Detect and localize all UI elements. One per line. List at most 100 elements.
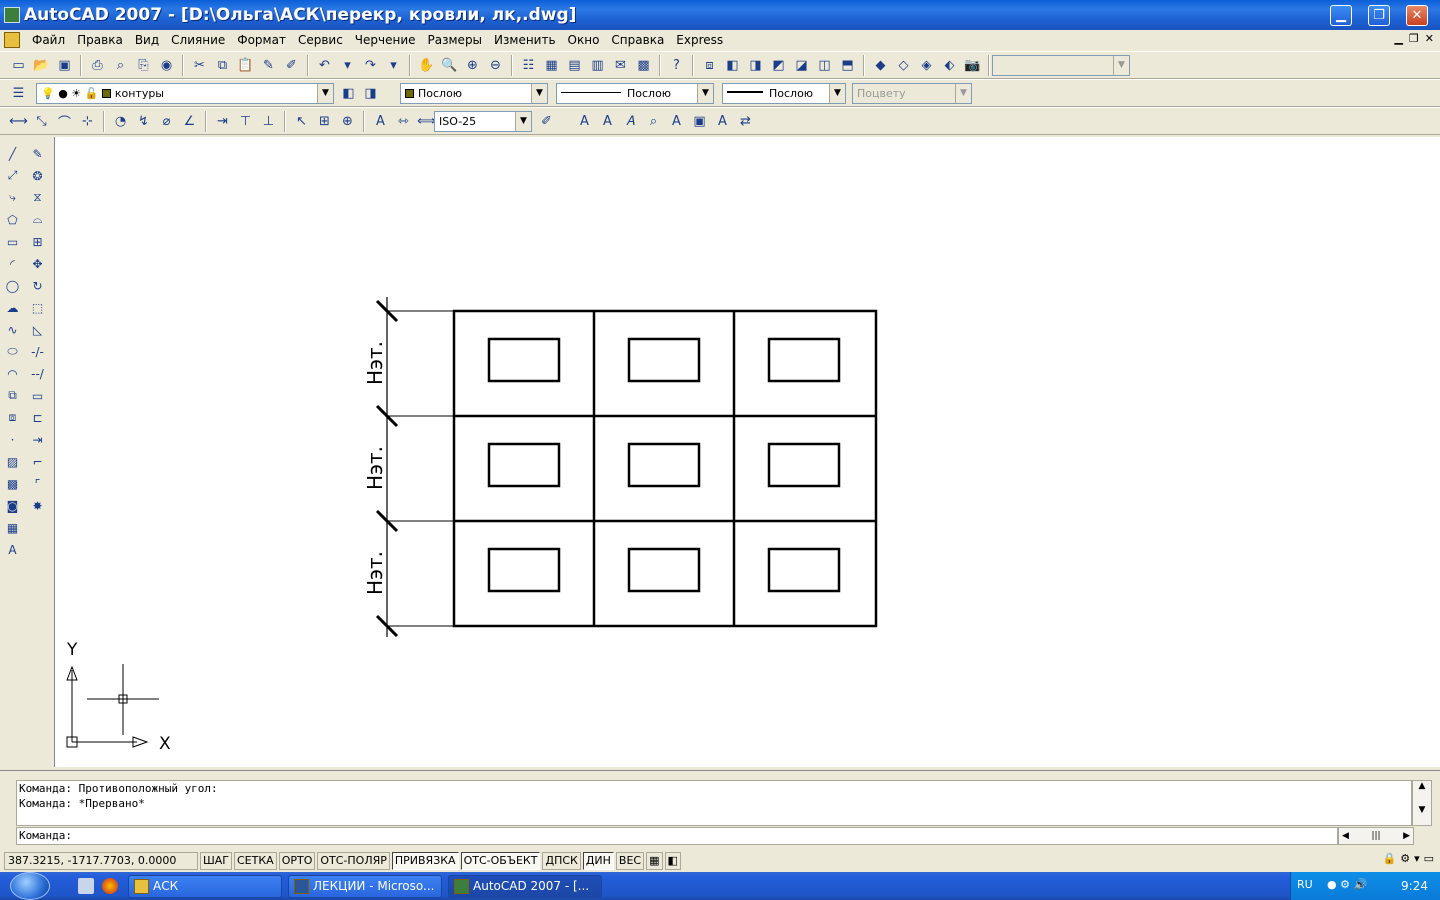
color-combo[interactable]: Послою ▼ <box>400 83 548 104</box>
menu-tools[interactable]: Сервис <box>292 32 349 48</box>
angular-dim-icon[interactable]: ∠ <box>179 111 200 132</box>
copy-object-icon[interactable]: ❂ <box>27 165 48 186</box>
menu-merge[interactable]: Слияние <box>165 32 231 48</box>
sw-iso-icon[interactable]: ◆ <box>870 55 891 76</box>
tolerance-icon[interactable]: ⊞ <box>314 111 335 132</box>
left-view-icon[interactable]: ◩ <box>768 55 789 76</box>
undo-icon[interactable]: ↶ <box>314 55 335 76</box>
clean-screen-icon[interactable]: ▭ <box>1424 852 1434 865</box>
zoom-window-icon[interactable]: ⊕ <box>462 55 483 76</box>
publish-icon[interactable]: ⎘ <box>133 55 154 76</box>
browser-icon[interactable] <box>102 878 118 894</box>
center-mark-icon[interactable]: ⊕ <box>337 111 358 132</box>
text-style-icon[interactable]: A <box>666 111 687 132</box>
erase-icon[interactable]: ✎ <box>27 143 48 164</box>
menu-help[interactable]: Справка <box>605 32 670 48</box>
communication-icon[interactable]: ⚙ <box>1400 852 1410 865</box>
ellipse-icon[interactable]: ⬭ <box>2 341 23 362</box>
dyn-toggle[interactable]: ДИН <box>582 852 614 870</box>
single-line-text-icon[interactable]: A <box>597 111 618 132</box>
menu-edit[interactable]: Правка <box>71 32 129 48</box>
extend-icon[interactable]: --/ <box>27 363 48 384</box>
clock[interactable]: 9:24 <box>1401 879 1428 893</box>
open-file-icon[interactable]: 📂 <box>31 55 52 76</box>
right-view-icon[interactable]: ◪ <box>791 55 812 76</box>
scroll-up-icon[interactable]: ▲ <box>1413 781 1431 791</box>
chamfer-icon[interactable]: ⌐ <box>27 451 48 472</box>
linear-dim-icon[interactable]: ⟷ <box>8 111 29 132</box>
task-word[interactable]: ЛЕКЦИИ - Microso... <box>288 875 442 898</box>
fillet-icon[interactable]: ⌜ <box>27 473 48 494</box>
lineweight-combo[interactable]: Послою ▼ <box>722 83 846 104</box>
status-menu-icon[interactable]: ▾ <box>1414 852 1420 865</box>
scroll-thumb[interactable]: ||| <box>1371 831 1380 841</box>
pan-icon[interactable]: ✋ <box>416 55 437 76</box>
circle-icon[interactable]: ◯ <box>2 275 23 296</box>
language-indicator[interactable]: RU <box>1297 878 1313 891</box>
explode-icon[interactable]: ✸ <box>27 495 48 516</box>
maximize-button[interactable]: ❐ <box>1368 5 1390 26</box>
hatch-icon[interactable]: ▨ <box>2 451 23 472</box>
zoom-previous-icon[interactable]: ⊖ <box>485 55 506 76</box>
osnap-toggle[interactable]: ПРИВЯЗКА <box>391 852 459 870</box>
break-at-point-icon[interactable]: ▭ <box>27 385 48 406</box>
match-properties-icon[interactable]: ✎ <box>258 55 279 76</box>
polyline-icon[interactable]: ⤷ <box>2 187 23 208</box>
multiline-text-icon[interactable]: A <box>574 111 595 132</box>
menu-express[interactable]: Express <box>670 32 729 48</box>
baseline-dim-icon[interactable]: ⊤ <box>235 111 256 132</box>
convert-space-icon[interactable]: ⇄ <box>735 111 756 132</box>
task-ask-folder[interactable]: АСК <box>128 875 282 898</box>
layer-manager-icon[interactable]: ☰ <box>8 83 29 104</box>
chevron-down-icon[interactable]: ▼ <box>829 84 845 103</box>
redo-dropdown-icon[interactable]: ▾ <box>383 55 404 76</box>
dimtedit-icon[interactable]: ⇿ <box>393 111 414 132</box>
command-vertical-scrollbar[interactable]: ▲ ▼ <box>1412 780 1432 826</box>
scroll-down-icon[interactable]: ▼ <box>1413 805 1431 815</box>
plotstyle-combo[interactable]: Поцвету ▼ <box>852 83 972 104</box>
start-button[interactable] <box>10 872 50 900</box>
ne-iso-icon[interactable]: ◈ <box>916 55 937 76</box>
line-icon[interactable]: ╱ <box>2 143 23 164</box>
tool-palettes-icon[interactable]: ▤ <box>564 55 585 76</box>
named-views-combo[interactable]: ▼ <box>992 55 1130 76</box>
chevron-down-icon[interactable]: ▼ <box>1113 56 1129 75</box>
move-icon[interactable]: ✥ <box>27 253 48 274</box>
new-file-icon[interactable]: ▭ <box>8 55 29 76</box>
scroll-left-icon[interactable]: ◀ <box>1342 831 1349 841</box>
redo-icon[interactable]: ↷ <box>360 55 381 76</box>
mirror-icon[interactable]: ⧖ <box>27 187 48 208</box>
plot-icon[interactable]: ⎙ <box>87 55 108 76</box>
nw-iso-icon[interactable]: ⬖ <box>939 55 960 76</box>
properties-icon[interactable]: ☷ <box>518 55 539 76</box>
scale-icon[interactable]: ⬚ <box>27 297 48 318</box>
make-block-icon[interactable]: ⧈ <box>2 407 23 428</box>
rotate-icon[interactable]: ↻ <box>27 275 48 296</box>
ortho-toggle[interactable]: ОРТО <box>278 852 316 870</box>
table-icon[interactable]: ▦ <box>2 517 23 538</box>
rectangle-icon[interactable]: ▭ <box>2 231 23 252</box>
close-button[interactable]: ✕ <box>1406 5 1428 26</box>
chevron-down-icon[interactable]: ▼ <box>955 84 971 103</box>
polygon-icon[interactable]: ⬠ <box>2 209 23 230</box>
scroll-right-icon[interactable]: ▶ <box>1403 831 1410 841</box>
paste-icon[interactable]: 📋 <box>235 55 256 76</box>
join-icon[interactable]: ⇥ <box>27 429 48 450</box>
undo-dropdown-icon[interactable]: ▾ <box>337 55 358 76</box>
doc-close-icon[interactable]: ✕ <box>1425 32 1434 45</box>
back-view-icon[interactable]: ⬒ <box>837 55 858 76</box>
insert-block-icon[interactable]: ⧉ <box>2 385 23 406</box>
drawing-area[interactable]: Hэт. Hэт. Hэт. Y X <box>54 137 1440 767</box>
linetype-combo[interactable]: Послою ▼ <box>556 83 714 104</box>
array-icon[interactable]: ⊞ <box>27 231 48 252</box>
layer-previous-icon[interactable]: ◨ <box>360 83 381 104</box>
ordinate-dim-icon[interactable]: ⊹ <box>77 111 98 132</box>
doc-minimize-icon[interactable]: ▁ <box>1394 32 1402 45</box>
help-icon[interactable]: ? <box>666 55 687 76</box>
scale-text-icon[interactable]: ▣ <box>689 111 710 132</box>
chevron-down-icon[interactable]: ▼ <box>531 84 547 103</box>
menu-draw[interactable]: Черчение <box>349 32 422 48</box>
revision-cloud-icon[interactable]: ☁ <box>2 297 23 318</box>
menu-dimension[interactable]: Размеры <box>422 32 489 48</box>
make-layer-current-icon[interactable]: ◧ <box>338 83 359 104</box>
